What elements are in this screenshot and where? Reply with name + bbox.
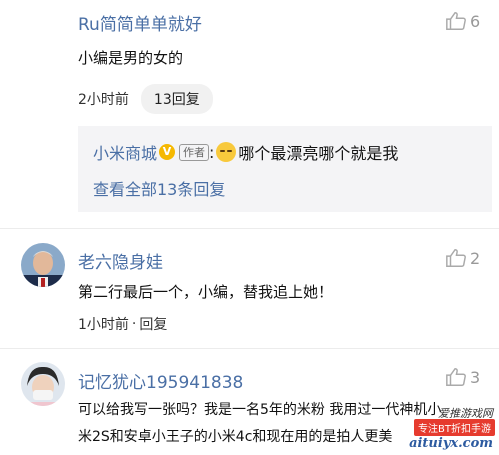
comment-text: 小编是男的女的 bbox=[78, 49, 184, 67]
watermark: 爱推游戏网 专注BT折扣手游 aituiyx.com bbox=[379, 405, 499, 455]
divider bbox=[0, 228, 499, 229]
comment-text: 第二行最后一个，小编，替我追上她！ bbox=[78, 283, 334, 301]
reply-preview-box: 小米商城 V 作者 : 哪个最漂亮哪个就是我 查看全部13条回复 bbox=[78, 126, 492, 212]
reply-author[interactable]: 小米商城 bbox=[93, 140, 157, 164]
reply-preview-line: 小米商城 V 作者 : 哪个最漂亮哪个就是我 bbox=[93, 140, 398, 164]
reply-text: 哪个最漂亮哪个就是我 bbox=[238, 144, 399, 163]
divider bbox=[0, 348, 499, 349]
like-button[interactable]: 6 bbox=[445, 10, 480, 32]
comment-time: 2小时前 bbox=[78, 92, 129, 108]
comment-author[interactable]: 老六隐身娃 bbox=[78, 248, 163, 273]
watermark-badge: 专注BT折扣手游 bbox=[414, 419, 495, 436]
verified-badge-icon: V bbox=[159, 144, 176, 160]
thumbs-up-icon bbox=[446, 249, 466, 267]
avatar[interactable] bbox=[21, 362, 65, 406]
like-button[interactable]: 3 bbox=[445, 366, 480, 388]
comment-meta: 2小时前 13回复 bbox=[78, 84, 213, 114]
like-count: 2 bbox=[470, 248, 481, 268]
thumbs-up-icon bbox=[446, 368, 466, 386]
reply-count-button[interactable]: 13回复 bbox=[140, 84, 213, 114]
meta-separator: · bbox=[131, 316, 137, 332]
comment-author[interactable]: Ru简简单单就好 bbox=[78, 10, 202, 35]
comment-time: 1小时前 bbox=[78, 317, 129, 333]
watermark-url: aituiyx.com bbox=[409, 436, 493, 451]
like-count: 3 bbox=[470, 367, 481, 387]
reply-button[interactable]: 回复 bbox=[139, 314, 167, 334]
view-all-replies-link[interactable]: 查看全部13条回复 bbox=[93, 176, 225, 200]
comment-meta: 1小时前 · 回复 bbox=[78, 314, 167, 334]
comment-text-line: 米2S和安卓小王子的小米4c和现在用的是拍人更美 bbox=[78, 429, 393, 445]
thumbs-up-icon bbox=[446, 12, 466, 30]
avatar[interactable] bbox=[21, 243, 65, 287]
author-tag: 作者 bbox=[179, 143, 210, 161]
like-count: 6 bbox=[470, 11, 481, 31]
comment-author[interactable]: 记忆犹心195941838 bbox=[78, 368, 243, 393]
like-button[interactable]: 2 bbox=[445, 247, 480, 269]
reply-separator: : bbox=[209, 142, 215, 162]
smile-emoji-icon bbox=[216, 142, 237, 162]
